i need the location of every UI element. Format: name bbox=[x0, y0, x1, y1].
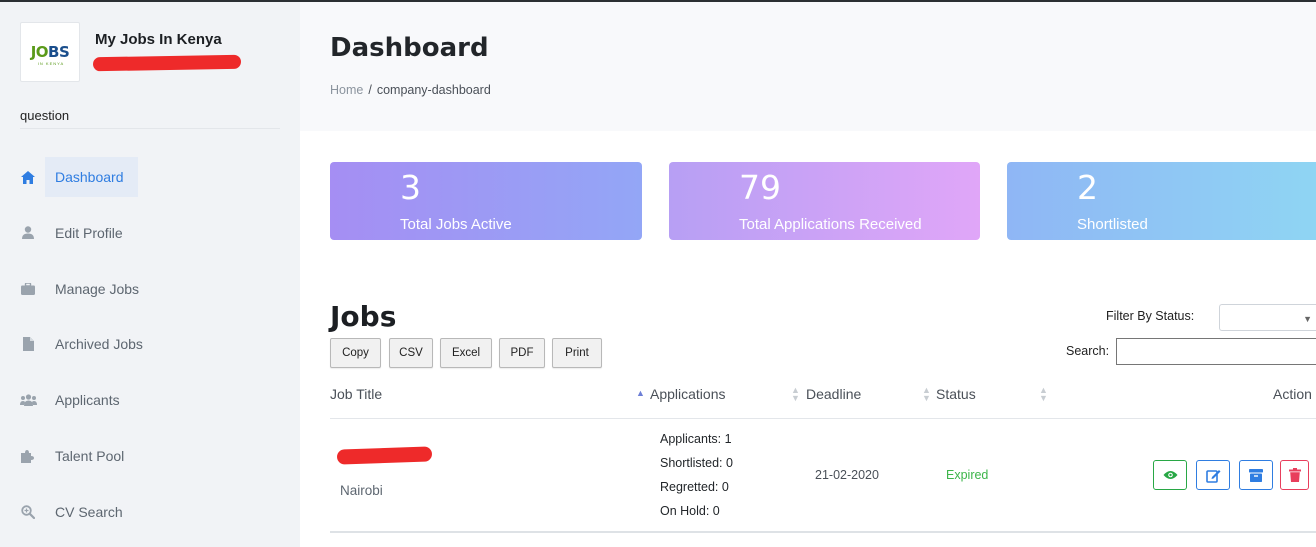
stat-card-total-jobs-active[interactable]: 3 Total Jobs Active bbox=[330, 162, 642, 240]
user-role: question bbox=[20, 108, 70, 123]
on-hold-count[interactable]: On Hold: 0 bbox=[660, 504, 720, 518]
status-badge: Expired bbox=[946, 468, 989, 482]
archive-job-button[interactable] bbox=[1239, 460, 1273, 490]
print-button[interactable]: Print bbox=[552, 338, 602, 368]
sidebar-item-label: Dashboard bbox=[45, 157, 138, 197]
breadcrumb: Home / company-dashboard bbox=[330, 83, 491, 97]
shortlisted-count[interactable]: Shortlisted: 0 bbox=[660, 456, 733, 470]
logo-text: JOBS bbox=[30, 43, 70, 61]
sidebar-item-cv-search[interactable]: CV Search bbox=[0, 492, 300, 547]
table-row-divider bbox=[330, 531, 1316, 533]
sort-ascending-icon: ▲ bbox=[636, 388, 645, 398]
sort-icon: ▲ ▼ bbox=[791, 385, 800, 403]
sidebar-item-applicants[interactable]: Applicants bbox=[0, 380, 300, 436]
page-header: Dashboard Home / company-dashboard bbox=[300, 2, 1316, 131]
logo-tagline: IN KENYA bbox=[37, 61, 65, 66]
stat-label: Total Jobs Active bbox=[400, 216, 512, 233]
search-label: Search: bbox=[1066, 344, 1110, 358]
stat-value: 3 bbox=[400, 168, 421, 207]
sidebar-item-label: Edit Profile bbox=[55, 224, 123, 241]
sort-icon: ▲ ▼ bbox=[1039, 385, 1048, 403]
copy-button[interactable]: Copy bbox=[330, 338, 381, 368]
stat-card-shortlisted[interactable]: 2 Shortlisted bbox=[1007, 162, 1316, 240]
sidebar-item-label: Talent Pool bbox=[55, 447, 125, 464]
search-icon bbox=[18, 492, 38, 532]
stat-value: 79 bbox=[739, 168, 781, 207]
page-title: Dashboard bbox=[330, 33, 489, 63]
archive-icon bbox=[1249, 468, 1263, 482]
regretted-count[interactable]: Regretted: 0 bbox=[660, 480, 729, 494]
sidebar-item-label: Archived Jobs bbox=[55, 336, 143, 353]
sidebar-item-edit-profile[interactable]: Edit Profile bbox=[0, 213, 300, 269]
stat-label: Total Applications Received bbox=[739, 216, 922, 233]
sidebar-item-label: CV Search bbox=[55, 503, 123, 520]
job-location: Nairobi bbox=[340, 483, 383, 498]
home-icon bbox=[18, 157, 38, 197]
breadcrumb-home-link[interactable]: Home bbox=[330, 83, 363, 97]
eye-icon bbox=[1163, 471, 1177, 479]
excel-button[interactable]: Excel bbox=[440, 338, 492, 368]
file-icon bbox=[18, 324, 38, 364]
edit-icon bbox=[1205, 469, 1220, 483]
sidebar-item-manage-jobs[interactable]: Manage Jobs bbox=[0, 269, 300, 325]
sidebar-item-label: Applicants bbox=[55, 392, 120, 409]
sidebar: JOBS IN KENYA My Jobs In Kenya question … bbox=[0, 2, 300, 547]
sidebar-item-dashboard[interactable]: Dashboard bbox=[0, 157, 300, 213]
csv-button[interactable]: CSV bbox=[389, 338, 433, 368]
table-header-divider bbox=[330, 418, 1316, 419]
stat-card-total-applications[interactable]: 79 Total Applications Received bbox=[669, 162, 980, 240]
filter-status-label: Filter By Status: bbox=[1106, 309, 1195, 323]
sidebar-item-archived-jobs[interactable]: Archived Jobs bbox=[0, 324, 300, 380]
company-name: My Jobs In Kenya bbox=[95, 31, 222, 48]
sidebar-item-label: Manage Jobs bbox=[55, 280, 140, 297]
trash-icon bbox=[1288, 468, 1301, 482]
job-deadline: 21-02-2020 bbox=[815, 468, 879, 482]
view-job-button[interactable] bbox=[1153, 460, 1187, 490]
column-header-deadline[interactable]: Deadline bbox=[806, 386, 861, 402]
redaction-mark bbox=[92, 54, 242, 72]
breadcrumb-separator: / bbox=[368, 83, 372, 97]
sidebar-nav: Dashboard Edit Profile Manage Jobs Archi… bbox=[0, 157, 300, 547]
sidebar-divider bbox=[20, 128, 280, 129]
jobs-section-title: Jobs bbox=[330, 300, 397, 333]
stat-value: 2 bbox=[1077, 168, 1098, 207]
search-input[interactable] bbox=[1116, 338, 1316, 365]
redaction-mark bbox=[336, 446, 433, 465]
pdf-button[interactable]: PDF bbox=[499, 338, 545, 368]
edit-job-button[interactable] bbox=[1196, 460, 1230, 490]
delete-job-button[interactable] bbox=[1280, 460, 1309, 490]
column-header-action: Action bbox=[1273, 386, 1312, 402]
applicants-count[interactable]: Applicants: 1 bbox=[660, 432, 732, 446]
sort-icon: ▲ ▼ bbox=[922, 385, 931, 403]
puzzle-icon bbox=[18, 436, 38, 476]
company-logo[interactable]: JOBS IN KENYA bbox=[20, 22, 80, 82]
column-header-job-title[interactable]: Job Title bbox=[330, 386, 382, 402]
filter-status-select[interactable]: ▼ bbox=[1219, 304, 1316, 331]
chevron-down-icon: ▼ bbox=[1303, 314, 1312, 324]
breadcrumb-current: company-dashboard bbox=[376, 83, 491, 97]
users-icon bbox=[18, 380, 38, 420]
stat-label: Shortlisted bbox=[1077, 216, 1148, 233]
user-icon bbox=[18, 213, 38, 253]
column-header-status[interactable]: Status bbox=[936, 386, 976, 402]
sidebar-item-talent-pool[interactable]: Talent Pool bbox=[0, 436, 300, 492]
column-header-applications[interactable]: Applications bbox=[650, 386, 726, 402]
briefcase-icon bbox=[18, 269, 38, 309]
